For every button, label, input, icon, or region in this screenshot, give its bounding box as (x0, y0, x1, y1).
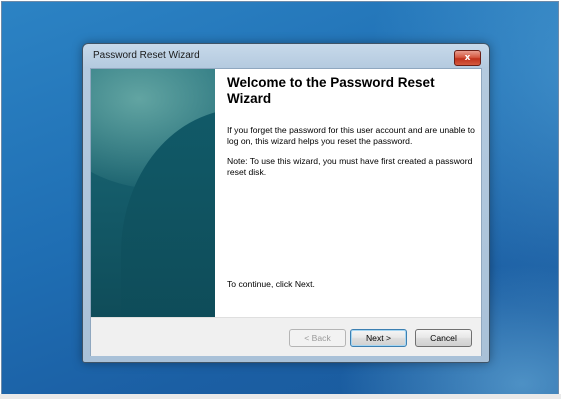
button-bar: < Back Next > Cancel (91, 317, 481, 356)
intro-text: If you forget the password for this user… (227, 125, 475, 146)
close-button[interactable]: x (454, 50, 481, 66)
title-bar[interactable]: Password Reset Wizard x (83, 44, 489, 68)
wizard-content: Welcome to the Password Reset Wizard If … (215, 69, 481, 317)
next-button[interactable]: Next > (350, 329, 407, 347)
screenshot-border (0, 394, 561, 399)
continue-text: To continue, click Next. (227, 279, 315, 289)
note-text: Note: To use this wizard, you must have … (227, 156, 473, 177)
wizard-client-area: Welcome to the Password Reset Wizard If … (90, 68, 482, 356)
wizard-side-banner (91, 69, 215, 317)
window-title: Password Reset Wizard (93, 50, 200, 61)
wizard-window: Password Reset Wizard x Welcome to the P… (82, 43, 490, 363)
close-icon: x (464, 52, 471, 63)
back-button[interactable]: < Back (289, 329, 346, 347)
cancel-button[interactable]: Cancel (415, 329, 472, 347)
page-title: Welcome to the Password Reset Wizard (227, 75, 435, 106)
